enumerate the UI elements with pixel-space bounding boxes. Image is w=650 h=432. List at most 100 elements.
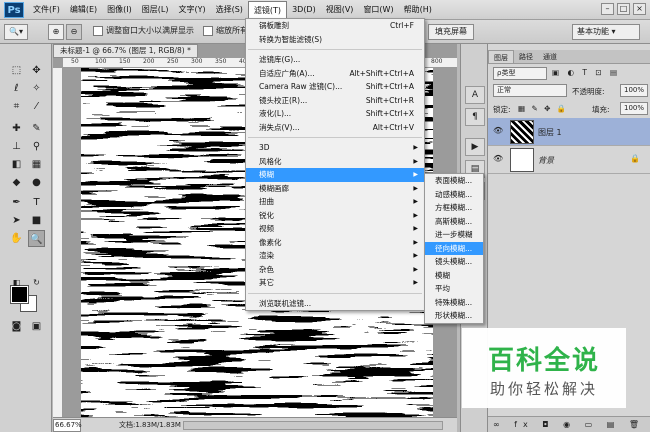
menu-item[interactable]: 浏览联机滤镜... [246, 297, 424, 311]
zoom-in-icon[interactable]: ⊕ [48, 24, 64, 40]
menu-item[interactable]: 文字(Y) [173, 0, 210, 20]
eye-icon[interactable]: 👁 [493, 154, 503, 163]
menu-item[interactable]: 模糊画廊 ▶ [246, 182, 424, 196]
submenu-item[interactable]: 动感模糊... [425, 188, 483, 202]
blur-tool-icon[interactable]: ◆ [8, 174, 25, 191]
submenu-arrow-icon: ▶ [413, 171, 418, 178]
menu-item[interactable]: 扭曲 ▶ [246, 195, 424, 209]
menu-item[interactable]: 视频 ▶ [246, 222, 424, 236]
fill-screen-button[interactable]: 填充屏幕 [428, 24, 474, 40]
menu-item[interactable]: 选择(S) [211, 0, 248, 20]
marquee-tool-icon[interactable]: ⬚ [8, 62, 25, 79]
submenu-item[interactable]: 进一步模糊 [425, 228, 483, 242]
menu-item[interactable]: 消失点(V)... Alt+Ctrl+V [246, 121, 424, 135]
type-tool-icon[interactable]: T [28, 194, 45, 211]
clone-stamp-icon[interactable]: ⊥ [8, 138, 25, 155]
fill-input[interactable]: 100% [620, 102, 648, 115]
submenu-item[interactable]: 表面模糊... [425, 174, 483, 188]
blend-mode-select[interactable]: 正常 [493, 84, 567, 97]
menu-item[interactable]: 模糊 ▶ [246, 168, 424, 182]
submenu-item[interactable]: 形状模糊... [425, 309, 483, 323]
watermark-subtitle: 助你轻松解决 [489, 380, 598, 398]
menu-item[interactable]: 视图(V) [321, 0, 359, 20]
history-brush-icon[interactable]: ⚲ [28, 138, 45, 155]
submenu-item[interactable]: 镜头模糊... [425, 255, 483, 269]
submenu-item[interactable]: 高斯模糊... [425, 215, 483, 229]
zoom-all-checkbox[interactable] [203, 26, 213, 36]
menu-item[interactable]: 帮助(H) [399, 0, 437, 20]
menu-item[interactable]: 其它 ▶ [246, 276, 424, 290]
shape-tool-icon[interactable]: ■ [28, 212, 45, 229]
zoom-out-icon[interactable]: ⊖ [66, 24, 82, 40]
submenu-item[interactable]: 特殊模糊... [425, 296, 483, 310]
menu-item[interactable]: 液化(L)... Shift+Ctrl+X [246, 107, 424, 121]
menu-item[interactable]: 图层(L) [137, 0, 174, 20]
resize-windows-checkbox[interactable] [93, 26, 103, 36]
workspace-value: 基本功能 [577, 27, 609, 36]
close-button[interactable]: × [633, 3, 646, 15]
healing-brush-icon[interactable]: ✚ [8, 120, 25, 137]
menu-item[interactable]: 自适应广角(A)... Alt+Shift+Ctrl+A [246, 67, 424, 81]
horizontal-scrollbar[interactable] [183, 421, 443, 430]
layer-filter-icons[interactable]: ▣ ◐ T ⊡ ▤ [552, 68, 620, 77]
tab-layers[interactable]: 图层 [488, 50, 514, 63]
opacity-input[interactable]: 100% [620, 84, 648, 97]
layer-row-1[interactable]: 👁 图层 1 [488, 118, 650, 146]
character-panel-icon[interactable]: A [465, 86, 485, 104]
zoom-level[interactable]: 66.67% [53, 419, 82, 432]
default-colors-icon[interactable]: ◧ [8, 274, 25, 291]
magic-wand-icon[interactable]: ✧ [28, 80, 45, 97]
lock-icons[interactable]: ▦ ✎ ✥ 🔒 [518, 104, 568, 113]
menu-item[interactable]: 转换为智能滤镜(S) [246, 33, 424, 47]
zoom-tool-preset-icon[interactable]: 🔍▾ [4, 24, 28, 40]
menu-item[interactable]: 窗口(W) [358, 0, 398, 20]
menu-item[interactable]: 滤镜库(G)... [246, 53, 424, 67]
submenu-item[interactable]: 平均 [425, 282, 483, 296]
screen-mode-icon[interactable]: ▣ [28, 318, 45, 335]
menu-item[interactable]: 锅板雕刻 Ctrl+F [246, 19, 424, 33]
document-size[interactable]: 文档:1.83M/1.83M [119, 420, 181, 430]
menu-item[interactable]: 像素化 ▶ [246, 236, 424, 250]
document-tab[interactable]: 未标题-1 @ 66.7% (图层 1, RGB/8) * [53, 44, 198, 58]
move-tool-icon[interactable]: ✥ [28, 62, 45, 79]
dodge-tool-icon[interactable]: ● [28, 174, 45, 191]
maximize-button[interactable]: □ [617, 3, 630, 15]
eraser-tool-icon[interactable]: ◧ [8, 156, 25, 173]
menu-item[interactable]: 3D(D) [287, 0, 321, 20]
menu-item[interactable]: 镜头校正(R)... Shift+Ctrl+R [246, 94, 424, 108]
path-selection-icon[interactable]: ➤ [8, 212, 25, 229]
layer-filter-select[interactable]: ρ类型 [493, 67, 547, 80]
menu-item[interactable]: 文件(F) [28, 0, 65, 20]
eyedropper-icon[interactable]: ⁄ [28, 98, 45, 115]
menu-item[interactable]: 杂色 ▶ [246, 263, 424, 277]
tab-paths[interactable]: 路径 [514, 50, 538, 63]
submenu-item[interactable]: 模糊 [425, 269, 483, 283]
menu-item[interactable]: 风格化 ▶ [246, 155, 424, 169]
menu-item[interactable]: 编辑(E) [65, 0, 102, 20]
pen-tool-icon[interactable]: ✒ [8, 194, 25, 211]
crop-tool-icon[interactable]: ⌗ [8, 98, 25, 115]
quick-mask-icon[interactable]: ◙ [8, 318, 25, 335]
menu-item[interactable]: 3D ▶ [246, 141, 424, 155]
layer-row-background[interactable]: 👁 背景 🔒 [488, 146, 650, 174]
tab-channels[interactable]: 通道 [538, 50, 562, 63]
brush-tool-icon[interactable]: ✎ [28, 120, 45, 137]
workspace-select[interactable]: 基本功能 ▾ [572, 24, 640, 40]
layers-footer-icons[interactable]: ∞ fx ◘ ◉ ▭ ▤ 🗑 [488, 416, 650, 432]
menu-item[interactable]: 锐化 ▶ [246, 209, 424, 223]
lasso-tool-icon[interactable]: ℓ [8, 80, 25, 97]
swap-colors-icon[interactable]: ↻ [28, 274, 45, 291]
actions-panel-icon[interactable]: ▶ [465, 138, 485, 156]
menu-item[interactable]: 渲染 ▶ [246, 249, 424, 263]
hand-tool-icon[interactable]: ✋ [8, 230, 25, 247]
menu-item[interactable]: 图像(I) [102, 0, 137, 20]
menu-item[interactable]: Camera Raw 滤镜(C)... Shift+Ctrl+A [246, 80, 424, 94]
paragraph-panel-icon[interactable]: ¶ [465, 108, 485, 126]
menu-item-label: 模糊画廊 [259, 183, 289, 193]
minimize-button[interactable]: – [601, 3, 614, 15]
submenu-item[interactable]: 径向模糊... [425, 241, 483, 255]
gradient-tool-icon[interactable]: ▦ [28, 156, 45, 173]
eye-icon[interactable]: 👁 [493, 126, 503, 135]
submenu-item[interactable]: 方框模糊... [425, 201, 483, 215]
zoom-tool-icon[interactable]: 🔍 [28, 230, 45, 247]
